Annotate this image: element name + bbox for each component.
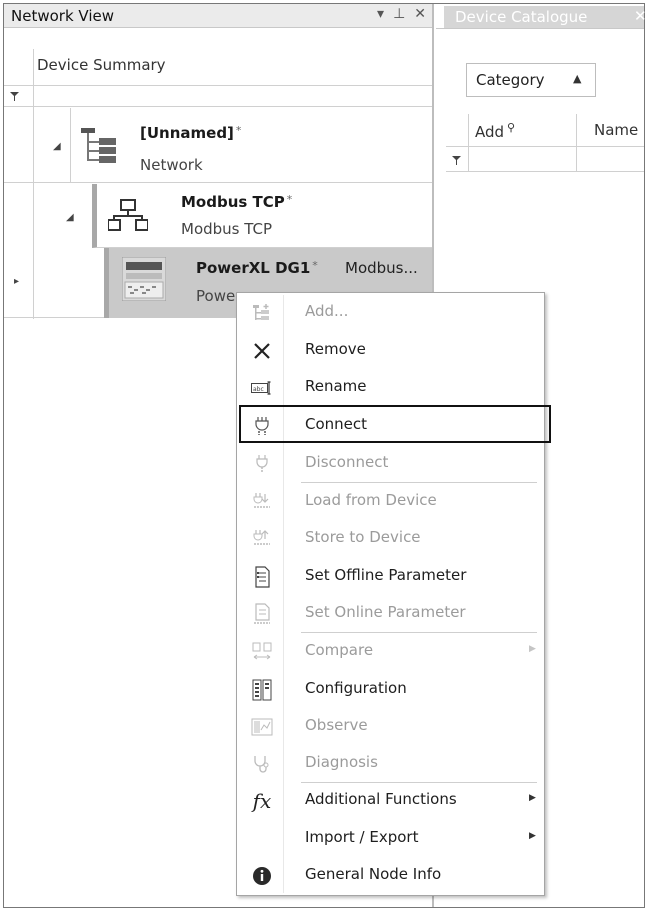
catalogue-grid: Add ⚲ Name	[446, 114, 644, 180]
menu-item-set-offline-parameter[interactable]: Set Offline Parameter	[237, 559, 544, 595]
menu-item-label: Load from Device	[305, 491, 437, 509]
menu-item-import-export[interactable]: Import / Export ▶	[237, 821, 544, 857]
device-summary-label: Device Summary	[37, 56, 166, 74]
catalogue-filter-row[interactable]	[446, 148, 644, 172]
menu-item-label: Set Offline Parameter	[305, 566, 467, 584]
node-subtitle-network: Network	[140, 156, 203, 174]
rename-icon: abc	[251, 377, 273, 399]
menu-item-label: Disconnect	[305, 453, 389, 471]
drive-device-icon	[122, 257, 166, 301]
column-header-add[interactable]: Add ⚲	[475, 121, 515, 141]
pin-icon[interactable]: ⊥	[393, 6, 405, 22]
expand-arrow-icon[interactable]: ◢	[53, 141, 61, 152]
menu-item-diagnosis[interactable]: Diagnosis	[237, 746, 544, 782]
node-protocol-label: Modbus...	[345, 259, 418, 277]
category-sort-button[interactable]: Category ▲	[466, 63, 596, 97]
expand-arrow-icon[interactable]: ◢	[66, 212, 74, 223]
menu-item-label: Observe	[305, 716, 368, 734]
device-catalogue-tab[interactable]: Device Catalogue ✕	[444, 6, 647, 28]
menu-item-add[interactable]: Add...	[237, 295, 544, 331]
dropdown-arrow-icon[interactable]: ▾	[377, 6, 384, 22]
network-view-title: Network View	[11, 7, 114, 25]
menu-item-rename[interactable]: abc Rename	[237, 370, 544, 406]
sort-ascending-icon: ▲	[573, 72, 582, 85]
offline-parameter-icon	[251, 566, 273, 588]
menu-item-label: Add...	[305, 302, 349, 320]
menu-item-remove[interactable]: Remove	[237, 333, 544, 369]
category-label: Category	[476, 71, 545, 89]
menu-item-label: Set Online Parameter	[305, 603, 466, 621]
network-tree-icon	[81, 128, 116, 163]
menu-item-general-node-info[interactable]: General Node Info	[237, 858, 544, 894]
diagnosis-icon	[251, 753, 273, 775]
menu-item-set-online-parameter[interactable]: Set Online Parameter	[237, 596, 544, 632]
context-menu: Add... Remove abc Rename Connect Disconn…	[236, 292, 551, 896]
pin-filter-icon: ⚲	[507, 121, 516, 134]
close-icon[interactable]: ✕	[414, 6, 426, 22]
menu-item-additional-functions[interactable]: fx Additional Functions ▶	[237, 783, 544, 819]
menu-separator	[301, 482, 537, 483]
menu-item-load-from-device[interactable]: Load from Device	[237, 484, 544, 520]
menu-item-label: General Node Info	[305, 865, 442, 883]
close-icon[interactable]: ✕	[634, 7, 647, 25]
menu-item-label: Store to Device	[305, 528, 421, 546]
modbus-network-icon	[108, 199, 148, 231]
collapsed-arrow-icon[interactable]: ▸	[14, 276, 19, 287]
fx-functions-icon: fx	[252, 789, 272, 813]
filter-icon[interactable]	[10, 92, 19, 101]
info-icon	[251, 865, 273, 887]
online-parameter-icon	[251, 603, 273, 625]
menu-item-label: Remove	[305, 340, 366, 358]
menu-item-store-to-device[interactable]: Store to Device	[237, 521, 544, 557]
menu-item-disconnect[interactable]: Disconnect	[237, 446, 544, 482]
device-summary-header[interactable]: Device Summary	[4, 49, 432, 86]
node-title-network: [Unnamed] *	[140, 124, 242, 142]
remove-x-icon	[251, 340, 273, 362]
menu-item-compare[interactable]: Compare ▶	[237, 634, 544, 670]
node-subtitle-modbus-tcp: Modbus TCP	[181, 220, 273, 238]
network-view-titlebar: Network View ▾ ⊥ ✕	[4, 4, 432, 28]
node-title-modbus-tcp: Modbus TCP *	[181, 193, 293, 211]
application-window: Network View ▾ ⊥ ✕ Device Summary ◢ [Unn…	[3, 3, 647, 908]
observe-icon	[251, 716, 273, 738]
load-from-device-icon	[251, 491, 273, 513]
node-subtitle-powerxl-dg1: Power	[196, 287, 242, 305]
store-to-device-icon	[251, 528, 273, 550]
add-node-icon	[251, 302, 273, 324]
configuration-icon	[251, 679, 273, 701]
menu-item-label: Import / Export	[305, 828, 419, 846]
menu-item-label: Compare	[305, 641, 374, 659]
menu-item-label: Additional Functions	[305, 790, 457, 808]
node-title-powerxl-dg1: PowerXL DG1 *	[196, 259, 318, 277]
menu-item-label: Rename	[305, 377, 367, 395]
device-catalogue-tab-label: Device Catalogue	[455, 8, 588, 26]
menu-item-configuration[interactable]: Configuration	[237, 672, 544, 708]
menu-item-observe[interactable]: Observe	[237, 709, 544, 745]
submenu-arrow-icon: ▶	[529, 831, 536, 841]
column-header-name[interactable]: Name	[594, 121, 638, 139]
highlight-box	[239, 405, 551, 443]
menu-item-label: Configuration	[305, 679, 407, 697]
disconnect-plug-icon	[251, 453, 273, 475]
menu-item-label: Diagnosis	[305, 753, 378, 771]
svg-text:abc: abc	[253, 386, 264, 393]
tree-filter-row[interactable]	[4, 87, 432, 107]
catalogue-grid-header: Add ⚲ Name	[446, 114, 644, 147]
submenu-arrow-icon: ▶	[529, 793, 536, 803]
menu-separator	[301, 632, 537, 633]
submenu-arrow-icon: ▶	[529, 644, 536, 654]
compare-icon	[251, 641, 273, 663]
filter-icon[interactable]	[452, 156, 461, 165]
